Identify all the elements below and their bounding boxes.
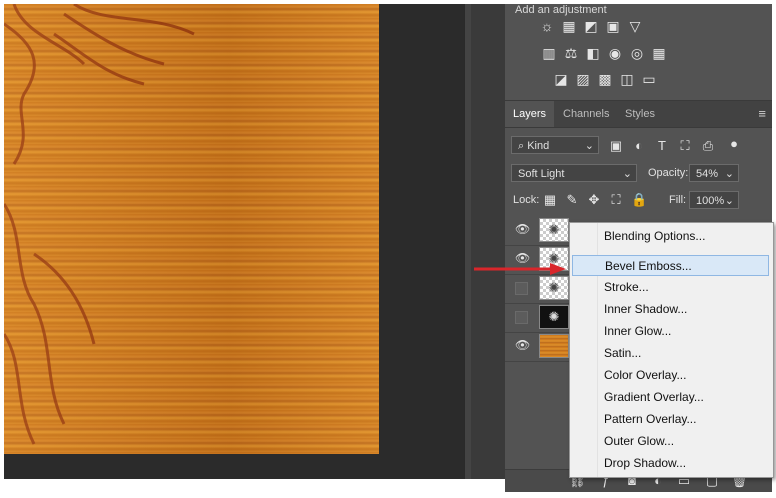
tab-styles[interactable]: Styles: [617, 101, 663, 127]
adjustments-row-1: ☼ ▦ ◩ ▣ ▽: [539, 18, 643, 34]
filter-toggle-icon[interactable]: ●: [727, 136, 741, 151]
adjustment-filter-icon[interactable]: ◐: [632, 138, 646, 153]
tiger-thumbnail-icon: ✺: [548, 222, 560, 237]
menu-item-inner-glow[interactable]: Inner Glow...: [572, 321, 769, 342]
eye-icon[interactable]: 👁: [515, 223, 530, 235]
panel-tabs: Layers Channels Styles ≡: [505, 100, 772, 128]
color-lookup-icon[interactable]: ▦: [651, 45, 667, 61]
chevron-down-icon: ⌄: [584, 140, 594, 152]
gradient-map-icon[interactable]: ▭: [641, 71, 657, 87]
exposure-icon[interactable]: ▣: [605, 18, 621, 34]
adjustments-title: Add an adjustment: [515, 4, 607, 16]
chevron-down-icon: ⌄: [622, 168, 632, 180]
hue-saturation-icon[interactable]: ▥: [541, 45, 557, 61]
selective-color-icon[interactable]: ◫: [619, 71, 635, 87]
levels-icon[interactable]: ▦: [561, 18, 577, 34]
threshold-icon[interactable]: ▩: [597, 71, 613, 87]
type-filter-icon[interactable]: T: [655, 138, 669, 153]
lock-transparent-pixels-icon[interactable]: ▦: [543, 192, 557, 208]
lock-label: Lock:: [513, 194, 540, 206]
visibility-toggle-off[interactable]: [515, 311, 528, 324]
adjustments-row-2: ▥ ⚖ ◧ ◉ ◎ ▦: [541, 45, 667, 61]
layer-style-context-menu: Blending Options... Bevel Emboss... Stro…: [569, 222, 774, 478]
menu-item-blending-options[interactable]: Blending Options...: [572, 226, 769, 247]
chevron-down-icon: ⌄: [724, 168, 734, 180]
menu-item-color-overlay[interactable]: Color Overlay...: [572, 365, 769, 386]
blend-mode-value: Soft Light: [518, 168, 565, 180]
tiger-thumbnail-icon: ✺: [548, 309, 560, 324]
menu-item-outer-glow[interactable]: Outer Glow...: [572, 431, 769, 452]
menu-item-bevel-emboss[interactable]: Bevel Emboss...: [572, 255, 769, 276]
invert-icon[interactable]: ◪: [553, 71, 569, 87]
layer-thumbnail: ✺: [539, 218, 569, 242]
kind-filter-select[interactable]: ⌕ Kind ⌄: [511, 136, 599, 154]
lock-all-icon[interactable]: 🔒: [631, 192, 647, 208]
tab-channels[interactable]: Channels: [555, 101, 617, 127]
fill-value: 100%: [696, 195, 725, 207]
tiger-thumbnail-icon: ✺: [548, 280, 560, 295]
opacity-input[interactable]: 54% ⌄: [689, 164, 739, 182]
eye-icon[interactable]: 👁: [515, 339, 530, 351]
smart-object-filter-icon[interactable]: ⎙: [701, 138, 715, 154]
layer-thumbnail: ✺: [539, 276, 569, 300]
curves-icon[interactable]: ◩: [583, 18, 599, 34]
shape-filter-icon[interactable]: ⛶: [678, 138, 692, 154]
layer-thumbnail: [539, 334, 569, 358]
canvas-scroll-gutter: [464, 4, 506, 479]
image-filter-icon[interactable]: ▣: [609, 138, 623, 154]
kind-filter-label: Kind: [527, 140, 550, 152]
menu-item-stroke[interactable]: Stroke...: [572, 277, 769, 298]
blend-mode-select[interactable]: Soft Light ⌄: [511, 164, 637, 182]
wood-texture-image: [4, 4, 379, 454]
panel-menu-icon[interactable]: ≡: [758, 106, 766, 121]
fill-label: Fill:: [669, 194, 687, 206]
photo-filter-icon[interactable]: ◉: [607, 45, 623, 61]
vibrance-icon[interactable]: ▽: [627, 18, 643, 34]
visibility-toggle-off[interactable]: [515, 282, 528, 295]
lock-image-pixels-icon[interactable]: ✎: [565, 192, 579, 208]
color-balance-icon[interactable]: ⚖: [563, 45, 579, 61]
lock-artboard-icon[interactable]: ⛶: [609, 192, 623, 208]
menu-item-drop-shadow[interactable]: Drop Shadow...: [572, 453, 769, 474]
brightness-contrast-icon[interactable]: ☼: [539, 18, 555, 34]
opacity-value: 54%: [696, 168, 719, 180]
lock-position-icon[interactable]: ✥: [587, 192, 601, 208]
menu-item-pattern-overlay[interactable]: Pattern Overlay...: [572, 409, 769, 430]
chevron-down-icon: ⌄: [724, 195, 734, 207]
layer-thumbnail: ✺: [539, 305, 569, 329]
black-white-icon[interactable]: ◧: [585, 45, 601, 61]
menu-item-inner-shadow[interactable]: Inner Shadow...: [572, 299, 769, 320]
channel-mixer-icon[interactable]: ◎: [629, 45, 645, 61]
adjustments-row-3: ◪ ▨ ▩ ◫ ▭: [553, 71, 657, 87]
menu-item-gradient-overlay[interactable]: Gradient Overlay...: [572, 387, 769, 408]
red-arrow-annotation: [474, 263, 566, 275]
opacity-label: Opacity:: [648, 167, 689, 179]
tab-layers[interactable]: Layers: [505, 101, 555, 127]
search-icon: ⌕: [518, 140, 528, 152]
fill-input[interactable]: 100% ⌄: [689, 191, 739, 209]
posterize-icon[interactable]: ▨: [575, 71, 591, 87]
menu-item-satin[interactable]: Satin...: [572, 343, 769, 364]
